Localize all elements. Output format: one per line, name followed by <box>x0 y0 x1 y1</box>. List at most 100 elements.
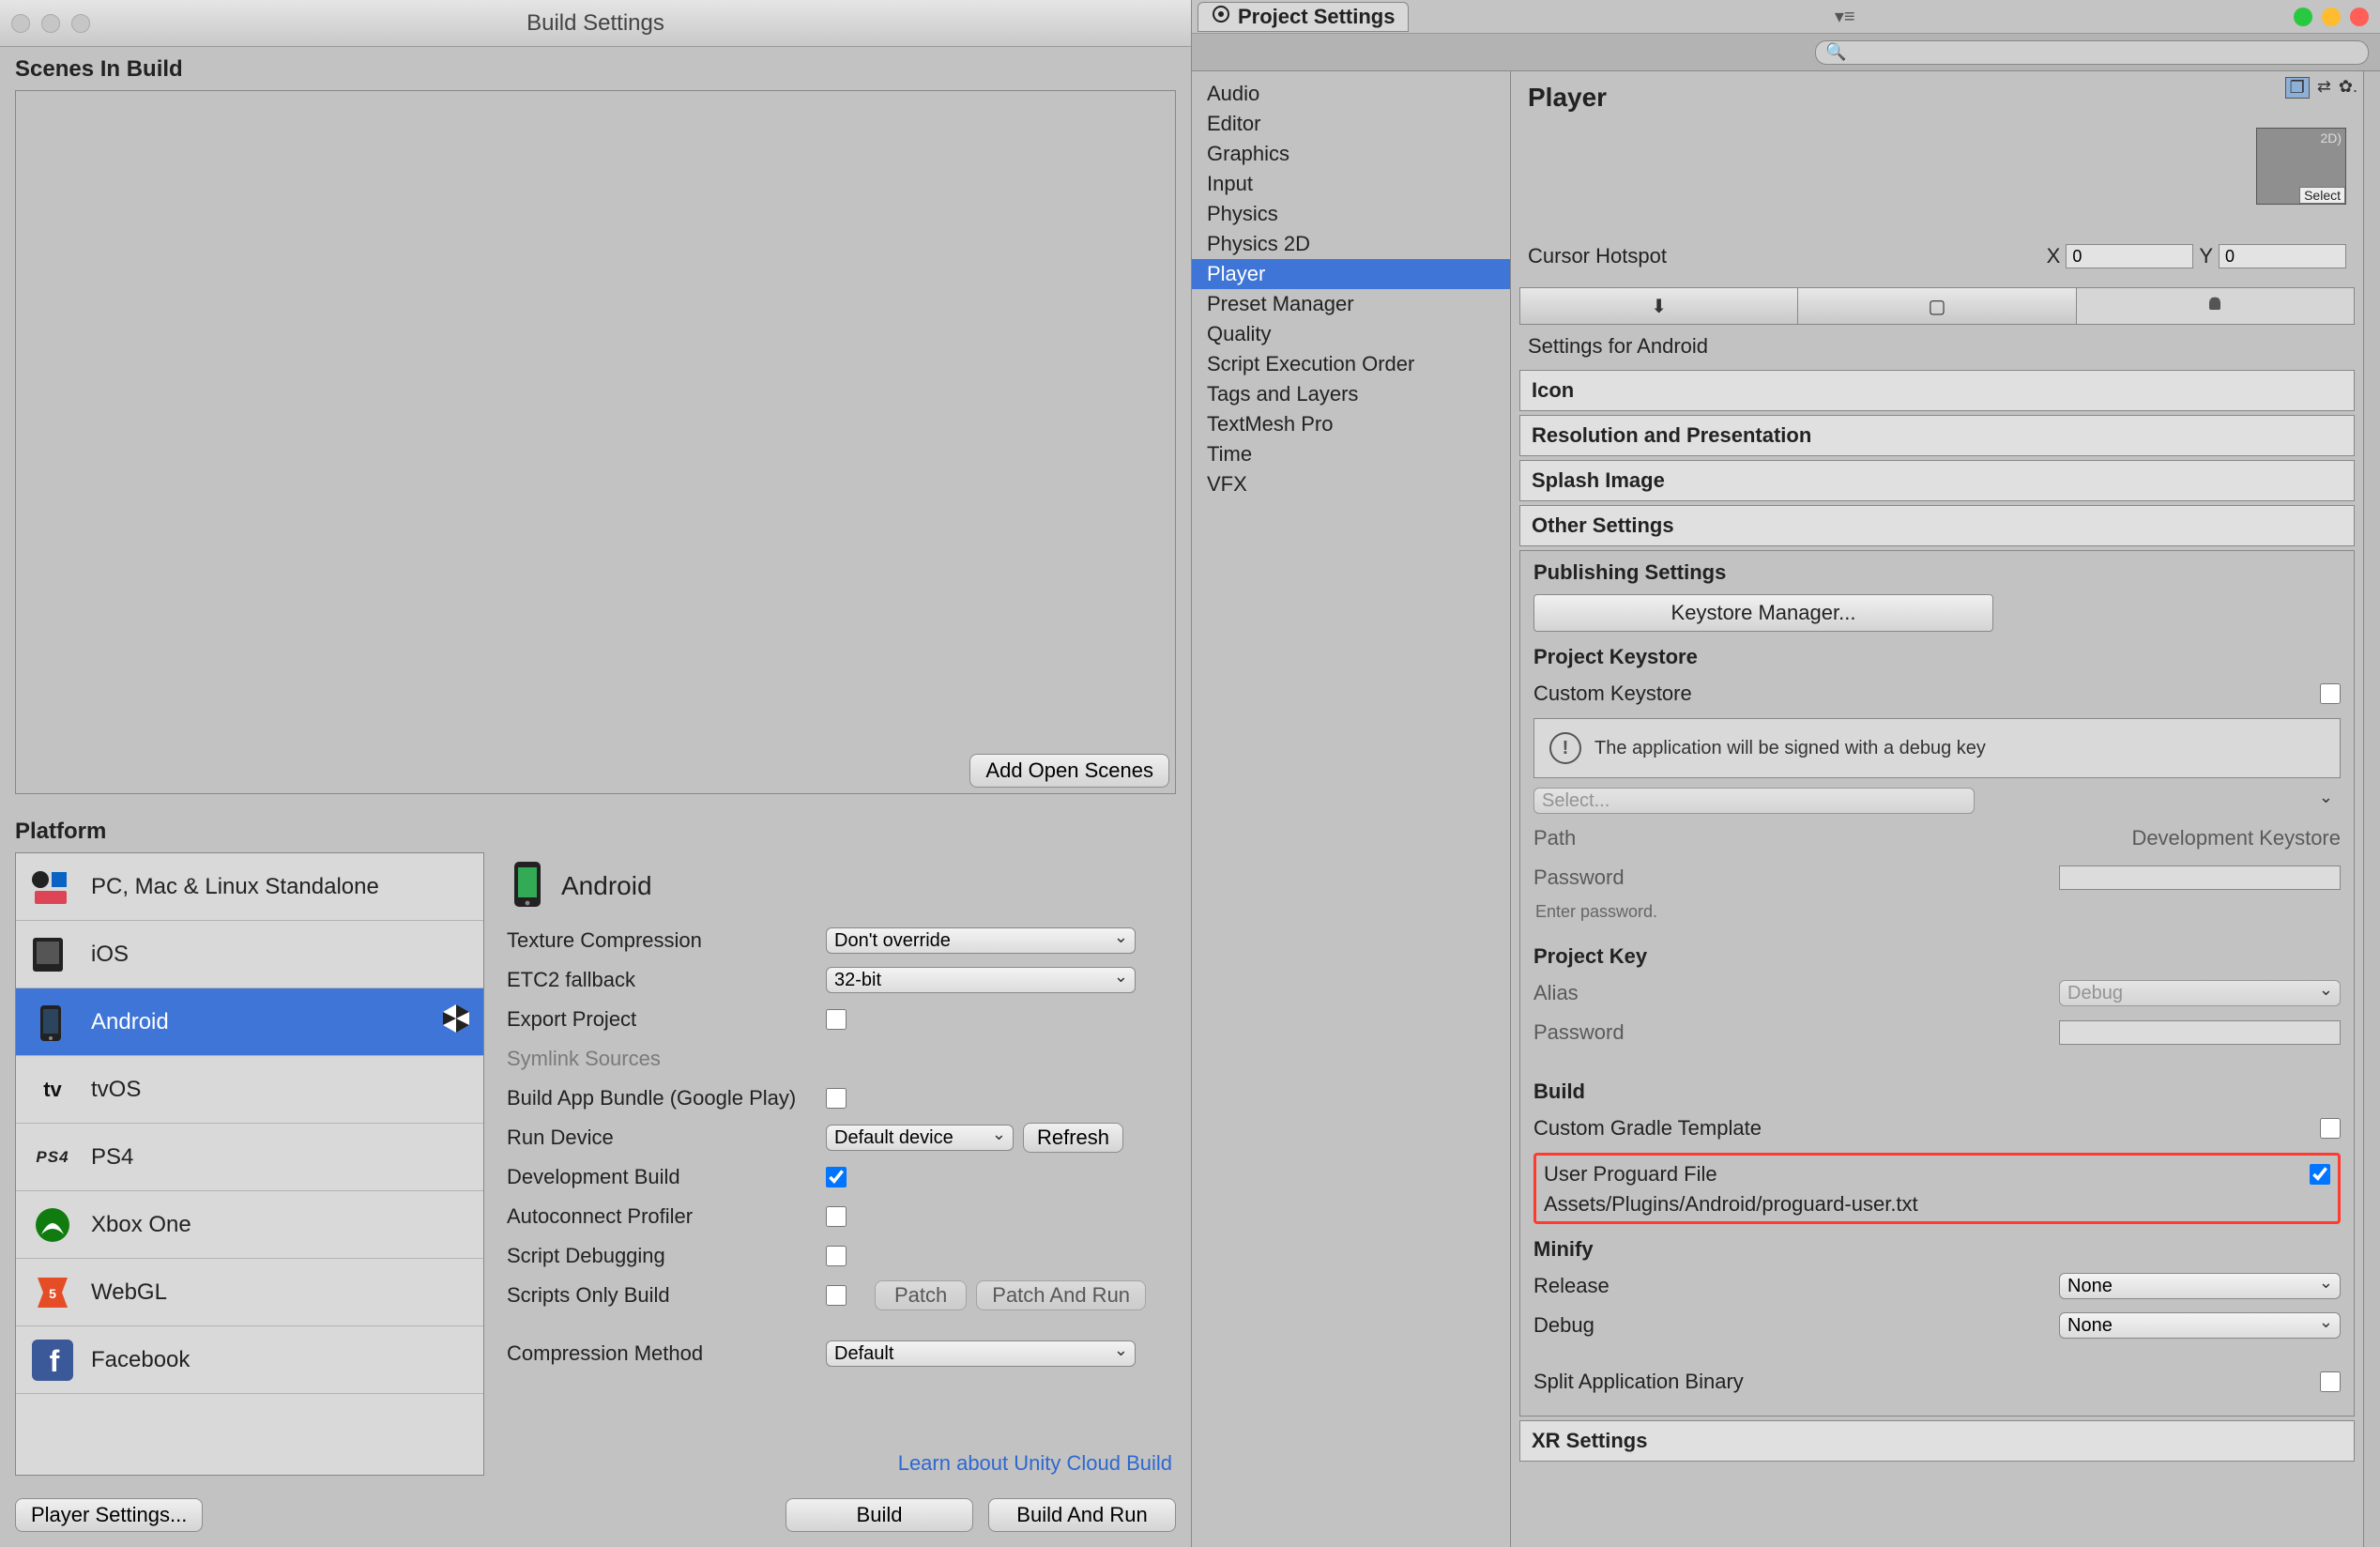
patch-button[interactable]: Patch <box>875 1280 967 1310</box>
platform-item-webgl[interactable]: 5 WebGL <box>16 1259 483 1326</box>
autoconnect-profiler-checkbox[interactable] <box>826 1206 847 1227</box>
cursor-y-label: Y <box>2199 244 2213 268</box>
player-tab-ios[interactable]: ▢ <box>1798 288 2076 324</box>
sidebar-item-physics2d[interactable]: Physics 2D <box>1192 229 1510 259</box>
sidebar-item-textmesh-pro[interactable]: TextMesh Pro <box>1192 409 1510 439</box>
platform-item-standalone[interactable]: PC, Mac & Linux Standalone <box>16 853 483 921</box>
add-open-scenes-button[interactable]: Add Open Scenes <box>969 754 1169 788</box>
sidebar-item-input[interactable]: Input <box>1192 169 1510 199</box>
traffic-yellow[interactable] <box>2322 8 2341 26</box>
player-settings-content: ❐ ⇄ ✿. Player 2D) Select Cursor Hotspot … <box>1511 71 2363 1547</box>
build-and-run-button[interactable]: Build And Run <box>988 1498 1176 1532</box>
section-splash[interactable]: Splash Image <box>1519 460 2355 501</box>
platform-label: Facebook <box>91 1347 190 1373</box>
default-cursor-thumbnail[interactable]: 2D) Select <box>2256 128 2346 205</box>
platform-item-xboxone[interactable]: Xbox One <box>16 1191 483 1259</box>
script-debugging-checkbox[interactable] <box>826 1246 847 1266</box>
content-scrollbar[interactable] <box>2363 71 2380 1547</box>
player-tab-android[interactable] <box>2077 288 2354 324</box>
build-button[interactable]: Build <box>786 1498 973 1532</box>
sidebar-item-time[interactable]: Time <box>1192 439 1510 469</box>
custom-keystore-checkbox[interactable] <box>2320 683 2341 704</box>
scenes-in-build-list[interactable]: Add Open Scenes <box>15 90 1176 794</box>
platform-item-ps4[interactable]: PS4 PS4 <box>16 1124 483 1191</box>
minify-debug-select[interactable]: None <box>2059 1312 2341 1339</box>
section-icon[interactable]: Icon <box>1519 370 2355 411</box>
platform-label: Xbox One <box>91 1212 191 1238</box>
cursor-x-input[interactable] <box>2066 244 2193 268</box>
build-app-bundle-checkbox[interactable] <box>826 1088 847 1109</box>
run-device-label: Run Device <box>507 1126 826 1150</box>
platform-item-android[interactable]: Android <box>16 988 483 1056</box>
sidebar-item-graphics[interactable]: Graphics <box>1192 139 1510 169</box>
platform-item-tvos[interactable]: tv tvOS <box>16 1056 483 1124</box>
alias-select[interactable]: Debug <box>2059 980 2341 1006</box>
section-resolution[interactable]: Resolution and Presentation <box>1519 415 2355 456</box>
script-debugging-label: Script Debugging <box>507 1244 826 1268</box>
android-large-icon <box>507 856 548 916</box>
traffic-red[interactable] <box>2350 8 2369 26</box>
sidebar-item-preset-manager[interactable]: Preset Manager <box>1192 289 1510 319</box>
platform-item-facebook[interactable]: f Facebook <box>16 1326 483 1394</box>
tab-options-icon[interactable]: ▾≡ <box>1835 5 1855 28</box>
xbox-icon <box>27 1203 78 1247</box>
keystore-path-value: Development Keystore <box>2131 826 2341 850</box>
project-key-header: Project Key <box>1533 944 2341 969</box>
sidebar-item-script-execution-order[interactable]: Script Execution Order <box>1192 349 1510 379</box>
section-publishing: Publishing Settings Keystore Manager... … <box>1519 550 2355 1417</box>
learn-cloud-build-link[interactable]: Learn about Unity Cloud Build <box>507 1451 1176 1476</box>
compression-method-select[interactable]: Default <box>826 1340 1136 1367</box>
minify-release-select[interactable]: None <box>2059 1273 2341 1299</box>
platform-label: PS4 <box>91 1144 133 1171</box>
etc2-fallback-select[interactable]: 32-bit <box>826 967 1136 993</box>
sidebar-item-vfx[interactable]: VFX <box>1192 469 1510 499</box>
project-settings-tab[interactable]: Project Settings <box>1198 2 1409 32</box>
sidebar-item-quality[interactable]: Quality <box>1192 319 1510 349</box>
section-other[interactable]: Other Settings <box>1519 505 2355 546</box>
project-keystore-header: Project Keystore <box>1533 645 2341 669</box>
run-device-select[interactable]: Default device <box>826 1125 1014 1151</box>
thumb-select-button[interactable]: Select <box>2299 187 2345 204</box>
refresh-button[interactable]: Refresh <box>1023 1123 1123 1153</box>
svg-text:f: f <box>50 1344 60 1378</box>
player-settings-button[interactable]: Player Settings... <box>15 1498 203 1532</box>
help-icon[interactable]: ❐ <box>2285 77 2310 99</box>
section-xr[interactable]: XR Settings <box>1519 1420 2355 1462</box>
project-settings-titlebar: Project Settings ▾≡ <box>1192 0 2380 34</box>
key-password-input[interactable] <box>2059 1020 2341 1045</box>
etc2-fallback-label: ETC2 fallback <box>507 968 826 992</box>
android-icon <box>2205 294 2224 318</box>
settings-for-android-label: Settings for Android <box>1511 325 2363 368</box>
keystore-select[interactable]: Select... <box>1533 788 1975 814</box>
split-binary-checkbox[interactable] <box>2320 1371 2341 1392</box>
minify-release-label: Release <box>1533 1274 2059 1298</box>
keystore-manager-button[interactable]: Keystore Manager... <box>1533 594 1993 632</box>
platform-header: Platform <box>0 804 1191 852</box>
publishing-settings-header[interactable]: Publishing Settings <box>1533 560 2341 585</box>
sidebar-item-audio[interactable]: Audio <box>1192 79 1510 109</box>
presets-icon[interactable]: ⇄ <box>2317 77 2331 99</box>
phone-icon: ▢ <box>1929 295 1946 318</box>
development-build-checkbox[interactable] <box>826 1167 847 1187</box>
traffic-green[interactable] <box>2294 8 2312 26</box>
scripts-only-build-checkbox[interactable] <box>826 1285 847 1306</box>
texture-compression-select[interactable]: Don't override <box>826 927 1136 954</box>
project-settings-search-input[interactable]: 🔍 <box>1815 40 2369 65</box>
warning-icon: ! <box>1549 732 1581 764</box>
patch-and-run-button[interactable]: Patch And Run <box>976 1280 1146 1310</box>
svg-text:5: 5 <box>49 1286 56 1301</box>
cursor-y-input[interactable] <box>2219 244 2346 268</box>
sidebar-item-player[interactable]: Player <box>1192 259 1510 289</box>
sidebar-item-physics[interactable]: Physics <box>1192 199 1510 229</box>
custom-gradle-checkbox[interactable] <box>2320 1118 2341 1139</box>
user-proguard-checkbox[interactable] <box>2310 1164 2330 1185</box>
platform-item-ios[interactable]: iOS <box>16 921 483 988</box>
cursor-x-label: X <box>2047 244 2061 268</box>
player-tab-desktop[interactable]: ⬇ <box>1520 288 1798 324</box>
settings-gear-icon[interactable]: ✿. <box>2339 77 2357 99</box>
sidebar-item-editor[interactable]: Editor <box>1192 109 1510 139</box>
export-project-checkbox[interactable] <box>826 1009 847 1030</box>
scripts-only-build-label: Scripts Only Build <box>507 1283 826 1308</box>
keystore-password-input[interactable] <box>2059 865 2341 890</box>
sidebar-item-tags-layers[interactable]: Tags and Layers <box>1192 379 1510 409</box>
